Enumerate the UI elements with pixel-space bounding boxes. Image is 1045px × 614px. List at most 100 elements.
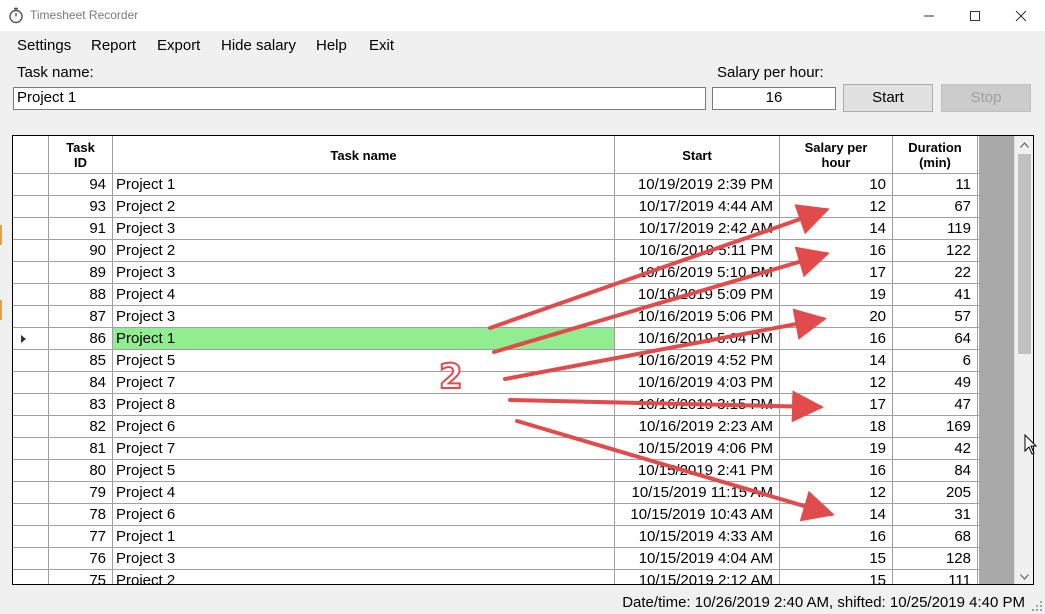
cell-duration[interactable]: 205 xyxy=(893,482,978,503)
row-selector[interactable] xyxy=(13,526,49,547)
cell-task-name[interactable]: Project 2 xyxy=(113,240,615,261)
menu-help[interactable]: Help xyxy=(316,37,347,54)
cell-duration[interactable]: 119 xyxy=(893,218,978,239)
row-selector[interactable] xyxy=(13,504,49,525)
cell-task-id[interactable]: 76 xyxy=(49,548,113,569)
cell-task-name[interactable]: Project 1 xyxy=(113,328,615,349)
cell-start[interactable]: 10/16/2019 3:15 PM xyxy=(615,394,780,415)
cell-salary[interactable]: 15 xyxy=(780,548,893,569)
cell-task-name[interactable]: Project 6 xyxy=(113,416,615,437)
header-task-id[interactable]: Task ID xyxy=(49,136,113,174)
cell-task-name[interactable]: Project 3 xyxy=(113,548,615,569)
row-selector[interactable] xyxy=(13,394,49,415)
cell-salary[interactable]: 15 xyxy=(780,570,893,584)
cell-start[interactable]: 10/16/2019 4:52 PM xyxy=(615,350,780,371)
cell-duration[interactable]: 42 xyxy=(893,438,978,459)
table-row[interactable]: 88 Project 4 10/16/2019 5:09 PM 19 41 xyxy=(13,284,979,306)
cell-task-name[interactable]: Project 5 xyxy=(113,350,615,371)
cell-salary[interactable]: 17 xyxy=(780,262,893,283)
cell-task-id[interactable]: 90 xyxy=(49,240,113,261)
cell-task-id[interactable]: 93 xyxy=(49,196,113,217)
cell-start[interactable]: 10/16/2019 2:23 AM xyxy=(615,416,780,437)
cell-task-name[interactable]: Project 3 xyxy=(113,262,615,283)
cell-salary[interactable]: 12 xyxy=(780,372,893,393)
cell-task-id[interactable]: 84 xyxy=(49,372,113,393)
table-row[interactable]: 84 Project 7 10/16/2019 4:03 PM 12 49 xyxy=(13,372,979,394)
cell-salary[interactable]: 12 xyxy=(780,196,893,217)
cell-task-name[interactable]: Project 2 xyxy=(113,196,615,217)
salary-input[interactable]: 16 xyxy=(712,87,836,110)
row-selector[interactable] xyxy=(13,240,49,261)
cell-task-name[interactable]: Project 7 xyxy=(113,438,615,459)
table-row[interactable]: 94 Project 1 10/19/2019 2:39 PM 10 11 xyxy=(13,174,979,196)
menu-hide-salary[interactable]: Hide salary xyxy=(221,37,296,54)
cell-task-id[interactable]: 94 xyxy=(49,174,113,195)
cell-duration[interactable]: 47 xyxy=(893,394,978,415)
cell-start[interactable]: 10/15/2019 4:06 PM xyxy=(615,438,780,459)
cell-start[interactable]: 10/15/2019 11:15 AM xyxy=(615,482,780,503)
table-row[interactable]: 77 Project 1 10/15/2019 4:33 AM 16 68 xyxy=(13,526,979,548)
cell-task-id[interactable]: 78 xyxy=(49,504,113,525)
row-selector[interactable] xyxy=(13,482,49,503)
row-selector[interactable] xyxy=(13,350,49,371)
cell-task-name[interactable]: Project 1 xyxy=(113,526,615,547)
menu-settings[interactable]: Settings xyxy=(17,37,71,54)
table-row[interactable]: 86 Project 1 10/16/2019 5:04 PM 16 64 xyxy=(13,328,979,350)
table-row[interactable]: 76 Project 3 10/15/2019 4:04 AM 15 128 xyxy=(13,548,979,570)
cell-start[interactable]: 10/19/2019 2:39 PM xyxy=(615,174,780,195)
row-selector[interactable] xyxy=(13,460,49,481)
stop-button[interactable]: Stop xyxy=(941,84,1031,112)
header-duration[interactable]: Duration (min) xyxy=(893,136,978,174)
cell-duration[interactable]: 57 xyxy=(893,306,978,327)
cell-task-name[interactable]: Project 3 xyxy=(113,218,615,239)
menu-export[interactable]: Export xyxy=(157,37,200,54)
cell-start[interactable]: 10/16/2019 5:11 PM xyxy=(615,240,780,261)
cell-task-name[interactable]: Project 5 xyxy=(113,460,615,481)
cell-salary[interactable]: 17 xyxy=(780,394,893,415)
cell-task-id[interactable]: 88 xyxy=(49,284,113,305)
cell-task-id[interactable]: 83 xyxy=(49,394,113,415)
cell-salary[interactable]: 16 xyxy=(780,460,893,481)
cell-duration[interactable]: 111 xyxy=(893,570,978,584)
row-selector[interactable] xyxy=(13,372,49,393)
cell-salary[interactable]: 14 xyxy=(780,504,893,525)
cell-salary[interactable]: 19 xyxy=(780,284,893,305)
cell-salary[interactable]: 16 xyxy=(780,328,893,349)
table-row[interactable]: 89 Project 3 10/16/2019 5:10 PM 17 22 xyxy=(13,262,979,284)
cell-task-name[interactable]: Project 4 xyxy=(113,284,615,305)
cell-duration[interactable]: 84 xyxy=(893,460,978,481)
cell-task-id[interactable]: 87 xyxy=(49,306,113,327)
header-start[interactable]: Start xyxy=(615,136,780,174)
cell-duration[interactable]: 169 xyxy=(893,416,978,437)
cell-duration[interactable]: 31 xyxy=(893,504,978,525)
cell-task-id[interactable]: 89 xyxy=(49,262,113,283)
cell-salary[interactable]: 14 xyxy=(780,350,893,371)
scrollbar-thumb[interactable] xyxy=(1018,154,1031,354)
table-row[interactable]: 80 Project 5 10/15/2019 2:41 PM 16 84 xyxy=(13,460,979,482)
cell-start[interactable]: 10/16/2019 5:04 PM xyxy=(615,328,780,349)
row-selector[interactable] xyxy=(13,196,49,217)
table-row[interactable]: 90 Project 2 10/16/2019 5:11 PM 16 122 xyxy=(13,240,979,262)
table-row[interactable]: 87 Project 3 10/16/2019 5:06 PM 20 57 xyxy=(13,306,979,328)
cell-duration[interactable]: 11 xyxy=(893,174,978,195)
row-selector[interactable] xyxy=(13,548,49,569)
cell-start[interactable]: 10/16/2019 5:06 PM xyxy=(615,306,780,327)
cell-task-id[interactable]: 91 xyxy=(49,218,113,239)
row-selector[interactable] xyxy=(13,570,49,584)
cell-task-id[interactable]: 82 xyxy=(49,416,113,437)
cell-salary[interactable]: 18 xyxy=(780,416,893,437)
cell-salary[interactable]: 14 xyxy=(780,218,893,239)
cell-duration[interactable]: 122 xyxy=(893,240,978,261)
cell-start[interactable]: 10/15/2019 4:33 AM xyxy=(615,526,780,547)
cell-duration[interactable]: 41 xyxy=(893,284,978,305)
resize-grip-icon[interactable] xyxy=(1031,600,1043,612)
table-row[interactable]: 79 Project 4 10/15/2019 11:15 AM 12 205 xyxy=(13,482,979,504)
table-row[interactable]: 81 Project 7 10/15/2019 4:06 PM 19 42 xyxy=(13,438,979,460)
cell-task-name[interactable]: Project 4 xyxy=(113,482,615,503)
cell-salary[interactable]: 10 xyxy=(780,174,893,195)
maximize-button[interactable] xyxy=(952,0,998,31)
row-selector[interactable] xyxy=(13,306,49,327)
cell-start[interactable]: 10/15/2019 10:43 AM xyxy=(615,504,780,525)
table-row[interactable]: 82 Project 6 10/16/2019 2:23 AM 18 169 xyxy=(13,416,979,438)
row-selector[interactable] xyxy=(13,218,49,239)
